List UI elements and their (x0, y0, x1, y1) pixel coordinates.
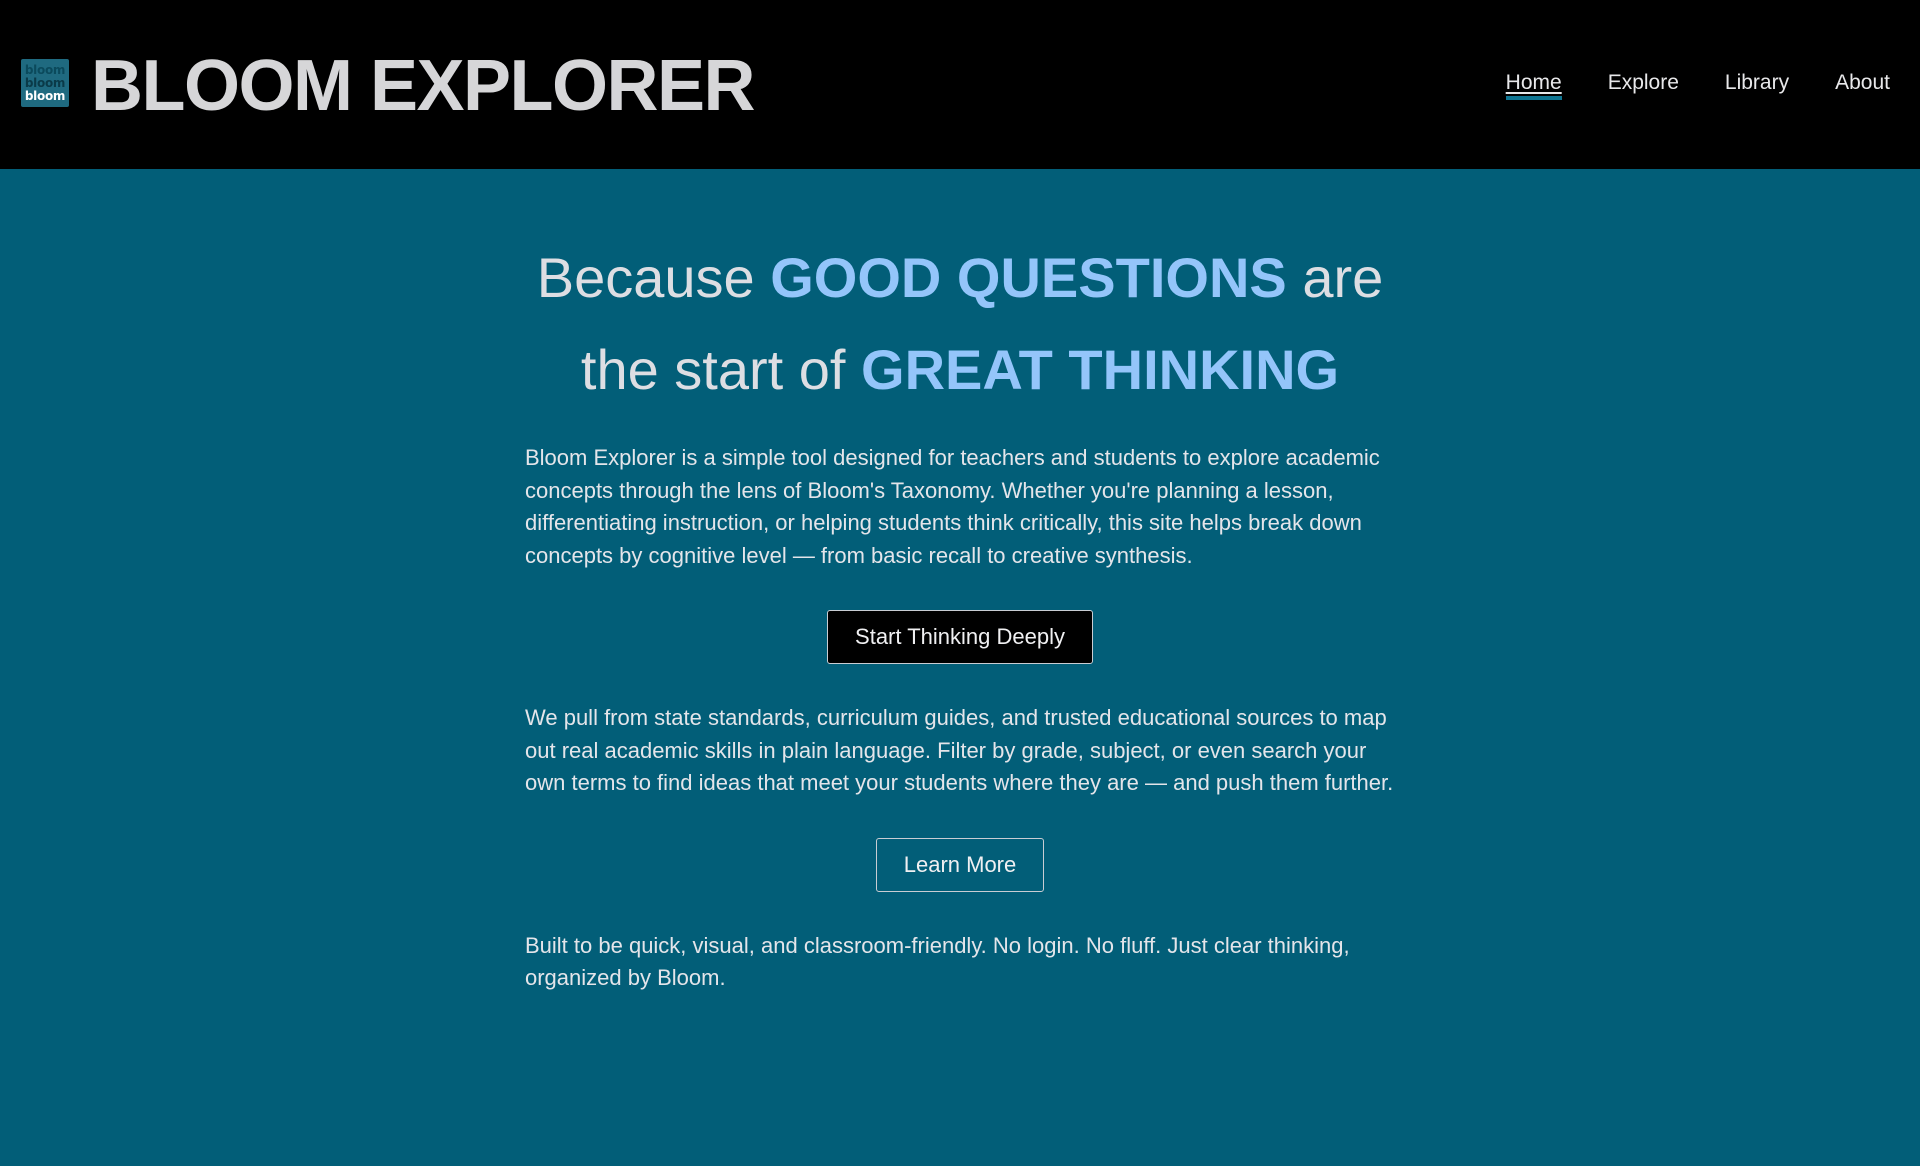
logo-text-line: bloom (24, 88, 66, 103)
secondary-button-row: Learn More (525, 837, 1395, 892)
site-title[interactable]: BLOOM EXPLORER (91, 48, 756, 124)
sources-paragraph: We pull from state standards, curriculum… (525, 705, 1394, 795)
logo-text-line: bloom (24, 62, 66, 77)
intro-paragraph: Bloom Explorer is a simple tool designed… (525, 445, 1380, 568)
logo-text-line: bloom (24, 75, 66, 90)
learn-more-button[interactable]: Learn More (875, 837, 1045, 892)
hero-highlight: GREAT THINKING (861, 338, 1340, 401)
footer-note: Built to be quick, visual, and classroom… (525, 932, 1350, 991)
bloom-logo-icon[interactable]: bloom bloom bloom (21, 59, 69, 107)
hero-text: are (1302, 246, 1384, 309)
hero-text: the start of (580, 338, 846, 401)
site-header: bloom bloom bloom BLOOM EXPLORER Home Ex… (0, 0, 1920, 169)
hero-heading: Because GOOD QUESTIONS are the start of … (0, 232, 1920, 416)
nav-item-library[interactable]: Library (1725, 70, 1789, 100)
nav-item-home[interactable]: Home (1505, 70, 1562, 100)
main-nav: Home Explore Library About (1460, 70, 1890, 100)
primary-button-row: Start Thinking Deeply (525, 610, 1395, 664)
hero-highlight: GOOD QUESTIONS (770, 246, 1287, 309)
hero-text: Because (536, 246, 755, 309)
nav-item-explore[interactable]: Explore (1608, 70, 1679, 100)
start-thinking-button[interactable]: Start Thinking Deeply (827, 610, 1093, 664)
main-content: Bloom Explorer is a simple tool designed… (525, 442, 1395, 995)
nav-item-about[interactable]: About (1835, 70, 1890, 100)
